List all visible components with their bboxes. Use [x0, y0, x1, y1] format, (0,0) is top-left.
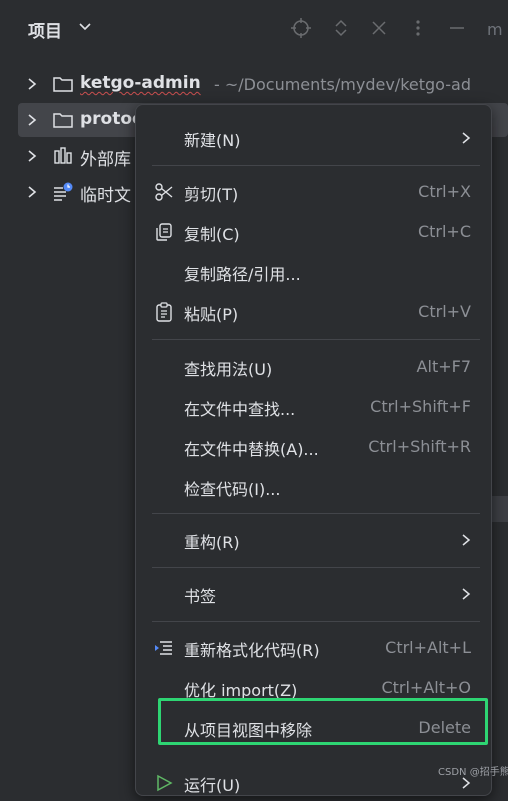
run-icon — [157, 774, 173, 792]
menu-item-label: 剪切(T) — [184, 185, 239, 204]
folder-icon — [53, 77, 73, 92]
menu-item-label: 复制路径/引用... — [184, 265, 301, 284]
menu-item-find-in-files[interactable]: 在文件中查找... Ctrl+Shift+F — [146, 389, 481, 425]
menu-item-bookmarks[interactable]: 书签 — [146, 576, 481, 612]
menu-item-label: 查找用法(U) — [184, 360, 273, 379]
copy-icon — [156, 223, 172, 241]
menu-item-run[interactable]: 运行(U) — [146, 765, 481, 801]
menu-item-new[interactable]: 新建(N) — [146, 120, 481, 156]
project-toolbar: 项目 m — [0, 0, 508, 56]
submenu-arrow-icon — [462, 534, 471, 546]
tree-item-label: protoc — [80, 109, 143, 129]
chevron-right-icon[interactable] — [26, 149, 38, 163]
tree-item-label: ketgo-admin — [80, 73, 201, 93]
menu-item-paste[interactable]: 粘贴(P) Ctrl+V — [146, 294, 481, 330]
submenu-arrow-icon — [462, 588, 471, 600]
menu-item-find-usages[interactable]: 查找用法(U) Alt+F7 — [146, 349, 481, 385]
scratch-icon — [54, 182, 73, 201]
reformat-icon — [155, 641, 172, 655]
tree-item-label: 外部库 — [80, 150, 131, 170]
tree-item-path: - ~/Documents/mydev/ketgo-ad — [214, 75, 471, 94]
menu-separator — [152, 621, 480, 622]
locate-icon[interactable] — [290, 17, 312, 39]
menu-item-shortcut: Ctrl+Alt+L — [385, 638, 471, 657]
menu-separator — [152, 513, 480, 514]
menu-item-label: 运行(U) — [184, 776, 241, 795]
menu-item-shortcut: Ctrl+X — [418, 182, 471, 201]
highlight-box — [158, 698, 488, 745]
menu-item-label: 新建(N) — [184, 131, 241, 150]
submenu-arrow-icon — [462, 132, 471, 144]
watermark: CSDN @招手熊 — [438, 767, 508, 778]
menu-item-label: 重构(R) — [184, 533, 240, 552]
menu-item-label: 复制(C) — [184, 225, 240, 244]
menu-item-reformat-code[interactable]: 重新格式化代码(R) Ctrl+Alt+L — [146, 630, 481, 666]
chevron-down-icon[interactable] — [78, 19, 92, 33]
menu-item-shortcut: Ctrl+V — [418, 302, 471, 321]
menu-item-copy[interactable]: 复制(C) Ctrl+C — [146, 214, 481, 250]
library-icon — [54, 147, 72, 164]
menu-item-shortcut: Ctrl+C — [417, 222, 471, 241]
hide-panel-icon[interactable] — [446, 17, 468, 39]
menu-item-label: 检查代码(I)... — [184, 480, 281, 499]
menu-item-copy-path[interactable]: 复制路径/引用... — [146, 254, 481, 290]
submenu-arrow-icon — [462, 777, 471, 789]
menu-item-label: 粘贴(P) — [184, 305, 239, 324]
chevron-right-icon[interactable] — [26, 77, 38, 91]
menu-item-shortcut: Ctrl+Alt+O — [381, 678, 471, 697]
menu-item-label: 在文件中替换(A)... — [184, 440, 319, 459]
expand-collapse-icon[interactable] — [330, 17, 352, 39]
menu-item-label: 在文件中查找... — [184, 400, 296, 419]
menu-item-label: 重新格式化代码(R) — [184, 641, 320, 660]
clipboard-icon — [156, 302, 172, 322]
more-options-icon[interactable] — [407, 17, 429, 39]
collapse-all-icon[interactable] — [368, 17, 390, 39]
background-row-highlight — [490, 496, 508, 522]
menu-item-label: 书签 — [184, 587, 217, 606]
menu-item-inspect-code[interactable]: 检查代码(I)... — [146, 469, 481, 505]
menu-item-cut[interactable]: 剪切(T) Ctrl+X — [146, 174, 481, 210]
menu-item-refactor[interactable]: 重构(R) — [146, 522, 481, 558]
menu-item-replace-in-files[interactable]: 在文件中替换(A)... Ctrl+Shift+R — [146, 429, 481, 465]
chevron-right-icon[interactable] — [26, 113, 38, 127]
folder-icon — [53, 113, 73, 128]
menu-separator — [152, 567, 480, 568]
menu-separator — [152, 339, 480, 340]
menu-item-shortcut: Alt+F7 — [416, 357, 471, 376]
menu-item-shortcut: Ctrl+Shift+F — [370, 397, 471, 416]
project-view-title[interactable]: 项目 — [28, 17, 62, 42]
menu-separator — [152, 165, 480, 166]
scissors-icon — [155, 183, 173, 201]
editor-tab-fragment[interactable]: m — [487, 20, 503, 39]
menu-item-shortcut: Ctrl+Shift+R — [368, 437, 471, 456]
tree-item-ketgo-admin[interactable]: ketgo-admin - ~/Documents/mydev/ketgo-ad — [18, 67, 508, 101]
context-menu: 新建(N) 剪切(T) Ctrl+X 复制(C) Ctrl+C 复制路径/引用.… — [135, 104, 492, 796]
tree-item-label: 临时文 — [80, 186, 131, 206]
chevron-right-icon[interactable] — [26, 185, 38, 199]
